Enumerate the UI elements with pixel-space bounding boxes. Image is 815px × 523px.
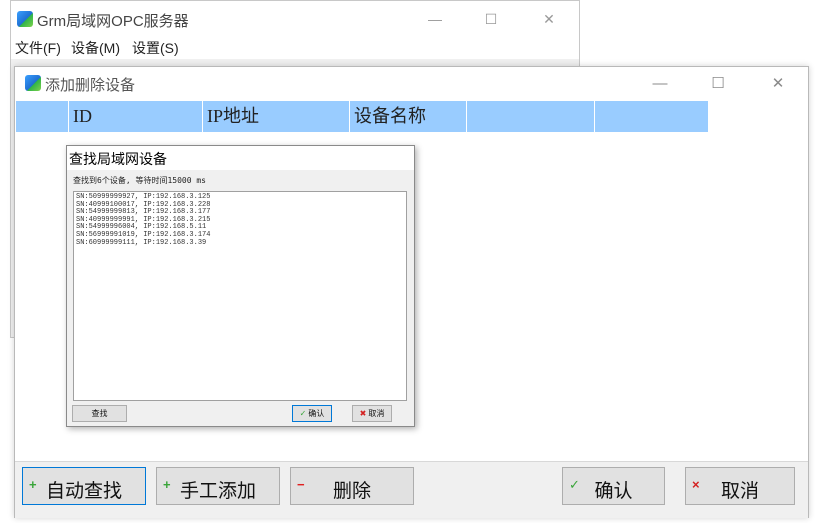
check-icon: ✓ xyxy=(299,409,307,418)
device-window-icon xyxy=(25,75,41,91)
grid-col-extra-1[interactable] xyxy=(467,101,595,132)
device-window-title: 添加删除设备 xyxy=(45,77,136,94)
device-title-bar[interactable]: 添加删除设备 — ☐ ✕ xyxy=(15,67,808,101)
minimize-button[interactable]: — xyxy=(413,1,457,37)
device-minimize-button[interactable]: — xyxy=(631,67,689,101)
search-dialog-title[interactable]: 查找局域网设备 xyxy=(67,146,414,170)
device-grid-header: ID IP地址 设备名称 xyxy=(16,101,708,132)
search-results-list[interactable]: SN:50999999927, IP:192.168.3.125 SN:4099… xyxy=(73,191,407,401)
menu-bar: 文件(F) 设备(M) 设置(S) xyxy=(11,37,579,59)
search-confirm-button[interactable]: ✓ 确认 xyxy=(292,405,332,422)
manual-add-button[interactable]: + 手工添加 xyxy=(156,467,280,505)
confirm-label: 确认 xyxy=(594,481,633,502)
device-close-button[interactable]: ✕ xyxy=(749,67,807,101)
grid-col-device-name[interactable]: 设备名称 xyxy=(350,101,467,132)
grid-col-extra-2[interactable] xyxy=(595,101,708,132)
grid-col-id[interactable]: ID xyxy=(69,101,203,132)
menu-settings[interactable]: 设置(S) xyxy=(132,38,179,58)
cancel-button[interactable]: × 取消 xyxy=(685,467,795,505)
grid-col-blank[interactable] xyxy=(16,101,69,132)
manual-add-label: 手工添加 xyxy=(179,481,256,502)
device-maximize-button[interactable]: ☐ xyxy=(689,67,747,101)
close-button[interactable]: ✕ xyxy=(527,1,571,37)
auto-search-button[interactable]: + 自动查找 xyxy=(22,467,146,505)
main-title-bar[interactable]: Grm局域网OPC服务器 — ☐ ✕ xyxy=(11,1,579,37)
maximize-button[interactable]: ☐ xyxy=(469,1,513,37)
search-cancel-label: 取消 xyxy=(368,409,385,418)
search-confirm-label: 确认 xyxy=(308,409,325,418)
search-dialog: 查找局域网设备 查找到6个设备, 等待时间15000 ms SN:5099999… xyxy=(66,145,415,427)
search-result-row[interactable]: SN:60999999111, IP:192.168.3.39 xyxy=(76,239,404,248)
confirm-button[interactable]: ✓ 确认 xyxy=(562,467,665,505)
search-cancel-button[interactable]: ✖ 取消 xyxy=(352,405,392,422)
device-button-bar: + 自动查找 + 手工添加 − 删除 ✓ 确认 × 取消 xyxy=(15,461,808,518)
cross-icon: ✖ xyxy=(359,409,367,418)
search-button[interactable]: 查找 xyxy=(72,405,127,422)
auto-search-label: 自动查找 xyxy=(45,481,122,502)
cancel-label: 取消 xyxy=(720,481,759,502)
delete-label: 删除 xyxy=(332,481,371,502)
grid-col-ip[interactable]: IP地址 xyxy=(203,101,350,132)
menu-device[interactable]: 设备(M) xyxy=(71,38,120,58)
main-window-title: Grm局域网OPC服务器 xyxy=(37,13,189,30)
menu-file[interactable]: 文件(F) xyxy=(15,38,61,58)
search-status-text: 查找到6个设备, 等待时间15000 ms xyxy=(73,176,206,185)
app-icon xyxy=(17,11,33,27)
delete-button[interactable]: − 删除 xyxy=(290,467,414,505)
